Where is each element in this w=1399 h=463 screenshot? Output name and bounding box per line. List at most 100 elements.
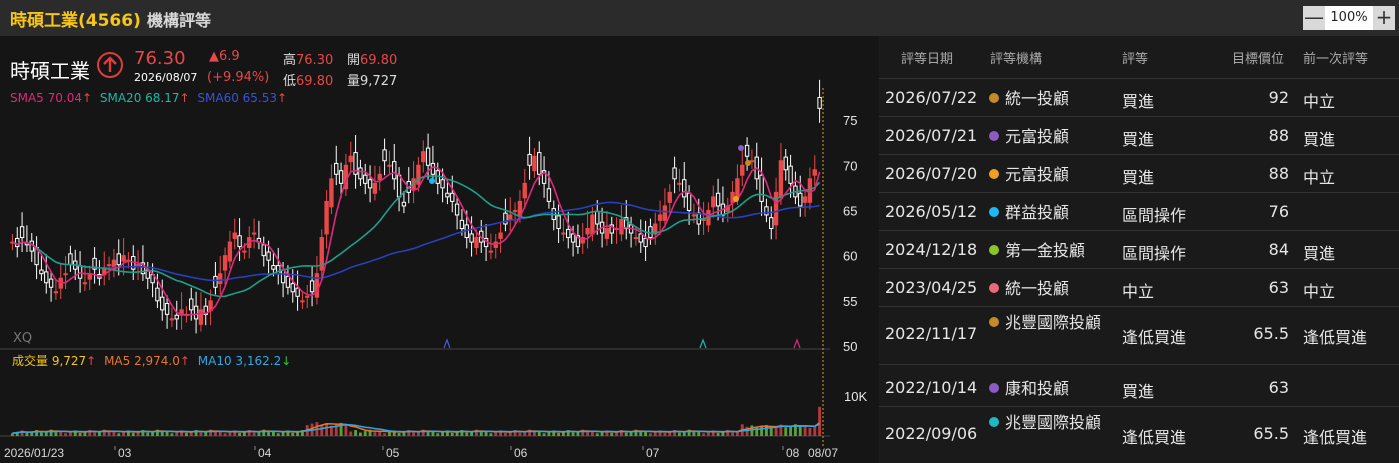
candle-body [450,192,455,202]
candle-body [503,212,508,225]
rating-org: 兆豐國際投顧 [989,312,1107,334]
candle-body [44,271,49,284]
x-tick-label: 06 [514,446,528,460]
candle-body [271,265,276,270]
volume-bar [489,433,493,436]
candle-body [358,167,363,180]
table-row[interactable]: 2022/09/06 兆豐國際投顧 逢低買進 65.5 逢低買進 [879,407,1399,463]
candle-body [677,182,682,185]
candle-body [213,275,218,288]
volume-bar [503,432,507,436]
candle-body [222,255,228,271]
table-row[interactable]: 2026/05/12 群益投顧 區間操作 76 [879,193,1399,231]
table-row[interactable]: 2026/07/20 元富投顧 買進 88 中立 [879,155,1399,193]
candle-body [619,218,624,235]
volume-bar [387,431,391,436]
table-row[interactable]: 2024/12/18 第一金投顧 區間操作 84 買進 [879,231,1399,269]
candle-body [392,161,397,180]
candle-body [604,228,610,239]
col-header-target[interactable]: 目標價位 [1232,48,1284,67]
vol-ma5-value: MA5 2,974.0 [104,354,180,368]
candle-body [764,206,769,216]
zoom-out-button[interactable]: — [1303,6,1325,30]
volume-bar [648,433,652,436]
col-header-org[interactable]: 評等機構 [990,48,1042,67]
org-color-dot-icon [989,283,999,293]
volume-bar [184,432,188,436]
rating-org: 第一金投顧 [989,240,1107,262]
org-color-dot-icon [989,169,999,179]
rating-date: 2022/09/06 [885,424,978,443]
candle-body [77,265,83,279]
candle-body [638,233,643,243]
volume-bar [397,432,401,436]
volume-bar [170,433,174,436]
rating-org: 兆豐國際投顧 [989,412,1107,434]
volume-bar [426,432,430,436]
candle-body [561,232,566,235]
candle-body [662,205,668,221]
table-row[interactable]: 2026/07/21 元富投顧 買進 88 買進 [879,117,1399,155]
rating-value: 區間操作 [1122,206,1187,225]
zoom-in-button[interactable]: + [1373,6,1395,30]
table-row[interactable]: 2023/04/25 統一投顧 中立 63 中立 [879,269,1399,307]
rating-date: 2026/07/22 [885,88,978,107]
sma5-up-arrow-icon: ↑ [81,91,93,105]
volume-bar [610,432,614,436]
table-row[interactable]: 2026/07/22 統一投顧 買進 92 中立 [879,79,1399,117]
target-price: 65.5 [1253,324,1289,343]
x-tick-label: 2026/01/23 [4,446,64,460]
volume-bar [228,431,232,436]
sma60-label: SMA60 65.53↑ [197,91,287,105]
rating-org: 元富投顧 [989,164,1107,186]
table-row[interactable]: 2022/10/14 康和投顧 買進 63 [879,369,1399,407]
rating-value: 買進 [1122,382,1155,401]
candle-body [590,214,595,235]
candle-body [512,209,518,212]
volume-bar [373,432,377,436]
volume-bar [557,432,561,436]
candle-body [363,174,368,184]
candle-body [348,155,353,163]
candle-body [812,169,817,176]
open-value: 69.80 [360,53,398,68]
volume-bar [25,432,29,436]
candle-body [193,305,199,320]
candle-body [421,151,426,163]
volume-bar [547,431,551,436]
rating-org: 康和投顧 [989,378,1107,400]
candle-body [498,232,503,239]
y-tick-label: 60 [843,249,857,264]
candle-body [227,241,233,262]
volume-bar [358,432,362,436]
volume-bar [760,426,764,436]
col-header-date[interactable]: 評等日期 [901,48,953,67]
volume-bar [586,432,590,436]
candle-body [715,192,721,207]
target-price: 76 [1268,202,1289,221]
candle-body [657,214,663,221]
rating-date: 2026/07/21 [885,126,978,145]
candle-body [218,273,223,285]
candle-body [116,253,121,266]
x-tick-label: 03 [118,446,132,460]
candle-body [338,170,344,184]
candle-body [566,228,571,239]
volume-value-text: 成交量 9,727 [12,354,87,368]
candle-body [48,278,54,288]
candle-body [121,255,126,262]
volume-bar [789,425,793,436]
col-header-prev[interactable]: 前一次評等 [1303,48,1368,67]
candle-body [798,192,803,207]
ma-legend: SMA5 70.04↑ SMA20 68.17↑ SMA60 65.53↑ [10,91,291,105]
vol-ma5-label: MA5 2,974.0↑ [104,354,190,368]
vol-ma10-value: MA10 3,162.2 [197,354,282,368]
page-title: 機構評等 [147,11,212,30]
target-price: 88 [1268,164,1289,183]
open-price: 開69.80 [347,49,397,68]
table-row[interactable]: 2022/11/17 兆豐國際投顧 逢低買進 65.5 逢低買進 [879,307,1399,365]
candle-body [802,196,808,203]
volume-bar [223,433,227,436]
col-header-rating[interactable]: 評等 [1122,48,1148,67]
x-tick-label: 08 [786,446,800,460]
